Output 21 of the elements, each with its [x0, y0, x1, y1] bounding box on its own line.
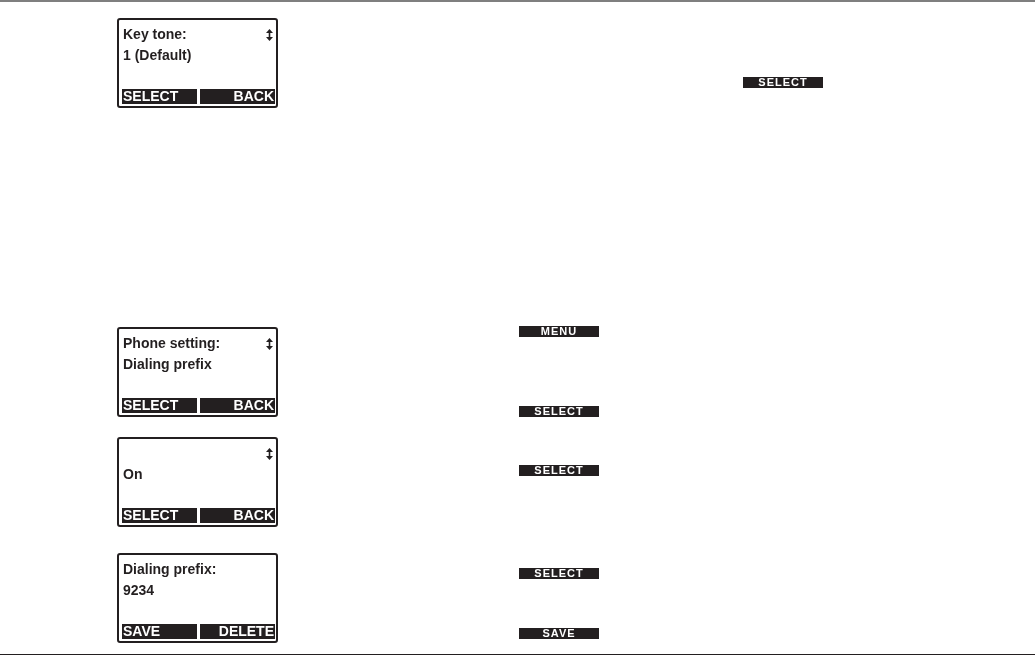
screen-title: Dialing prefix:	[122, 560, 217, 579]
key-label: SELECT	[519, 465, 599, 476]
softkey-label: DELETE	[200, 624, 275, 639]
key-label: SAVE	[519, 628, 599, 639]
key-label: MENU	[519, 326, 599, 337]
softkey-label: BACK	[200, 89, 275, 104]
softkey-label: BACK	[200, 508, 275, 523]
softkey-label: SELECT	[122, 89, 197, 104]
key-label: SELECT	[519, 568, 599, 579]
softkey-label: SELECT	[122, 508, 197, 523]
softkey-label: SAVE	[122, 624, 197, 639]
softkey-label: SELECT	[122, 398, 197, 413]
key-label: SELECT	[743, 77, 823, 88]
screen-value: Dialing prefix	[122, 355, 212, 374]
screen-value: 9234	[122, 581, 155, 600]
softkey-label: BACK	[200, 398, 275, 413]
screen-title: Key tone:	[122, 25, 187, 44]
key-label: SELECT	[519, 406, 599, 417]
screen-title: Phone setting:	[122, 334, 221, 353]
screen-value: On	[122, 465, 143, 484]
screen-value: 1 (Default)	[122, 46, 192, 65]
